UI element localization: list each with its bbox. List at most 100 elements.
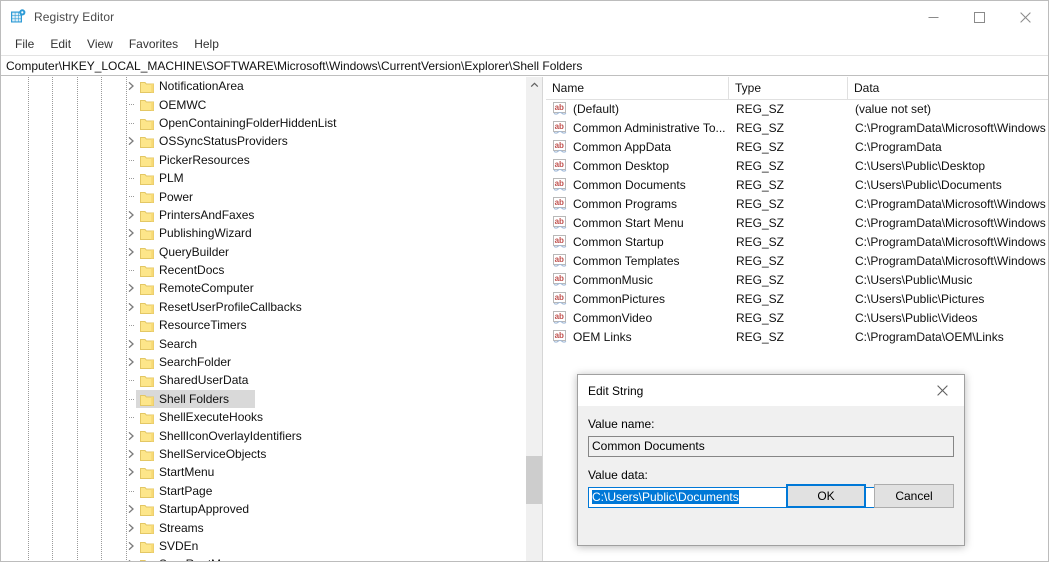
tree-item-search[interactable]: Search xyxy=(1,334,511,352)
column-header-data[interactable]: Data xyxy=(848,77,1048,100)
tree-item-shelliconoverlayidentifiers[interactable]: ShellIconOverlayIdentifiers xyxy=(1,426,511,444)
tree-item-printersandfaxes[interactable]: PrintersAndFaxes xyxy=(1,206,511,224)
tree-expander[interactable] xyxy=(125,353,137,371)
tree-item-startupapproved[interactable]: StartupApproved xyxy=(1,500,511,518)
folder-icon xyxy=(140,449,154,461)
menu-item-edit[interactable]: Edit xyxy=(42,35,79,54)
tree-item-publishingwizard[interactable]: PublishingWizard xyxy=(1,224,511,242)
value-type-cell: REG_SZ xyxy=(736,121,785,135)
tree-item-plm[interactable]: PLM xyxy=(1,169,511,187)
tree-item-startmenu[interactable]: StartMenu xyxy=(1,463,511,481)
folder-icon xyxy=(140,135,154,149)
dialog-close-button[interactable] xyxy=(920,375,964,405)
address-bar[interactable]: Computer\HKEY_LOCAL_MACHINE\SOFTWARE\Mic… xyxy=(1,55,1048,76)
table-row[interactable]: ab CommonVideo REG_SZ C:\Users\Public\Video… xyxy=(546,309,1048,328)
cancel-button[interactable]: Cancel xyxy=(874,484,954,508)
tree-item-shell-folders[interactable]: Shell Folders xyxy=(1,389,511,409)
folder-icon xyxy=(140,301,154,314)
tree-item-notificationarea[interactable]: NotificationArea xyxy=(1,77,511,95)
tree-item-opencontainingfolderhiddenlist[interactable]: OpenContainingFolderHiddenList xyxy=(1,114,511,132)
folder-icon xyxy=(140,82,154,93)
menu-item-help[interactable]: Help xyxy=(186,35,227,54)
table-row[interactable]: ab Common Desktop REG_SZ C:\Users\Public\De… xyxy=(546,157,1048,176)
tree-expander[interactable] xyxy=(125,206,137,224)
tree-item-remotecomputer[interactable]: RemoteComputer xyxy=(1,279,511,297)
tree-item-streams[interactable]: Streams xyxy=(1,518,511,536)
tree-item-syncrootmanager[interactable]: SyncRootManager xyxy=(1,555,511,561)
tree-scrollbar[interactable] xyxy=(525,77,543,561)
tree-item-label: RecentDocs xyxy=(159,263,225,278)
tree-item-shellexecutehooks[interactable]: ShellExecuteHooks xyxy=(1,408,511,426)
tree-expander[interactable] xyxy=(125,500,137,518)
table-row[interactable]: ab Common Programs REG_SZ C:\ProgramData\Mi… xyxy=(546,195,1048,214)
tree-expander[interactable] xyxy=(125,519,137,537)
folder-icon xyxy=(140,486,154,498)
menu-item-favorites[interactable]: Favorites xyxy=(121,35,186,54)
tree-item-shellserviceobjects[interactable]: ShellServiceObjects xyxy=(1,445,511,463)
tree-expander[interactable] xyxy=(125,298,137,316)
value-type-cell: REG_SZ xyxy=(736,197,785,211)
tree-item-ossyncstatusproviders[interactable]: OSSyncStatusProviders xyxy=(1,132,511,150)
folder-icon xyxy=(140,118,154,130)
tree-expander[interactable] xyxy=(125,77,137,95)
tree-expander[interactable] xyxy=(125,445,137,463)
tree-item-resetuserprofilecallbacks[interactable]: ResetUserProfileCallbacks xyxy=(1,298,511,316)
tree-expander[interactable] xyxy=(125,537,137,555)
column-header-type[interactable]: Type xyxy=(729,77,848,100)
table-row[interactable]: ab CommonMusic REG_SZ C:\Users\Public\Music xyxy=(546,271,1048,290)
tree-expander[interactable] xyxy=(125,224,137,242)
folder-icon xyxy=(140,155,154,167)
table-row[interactable]: ab OEM Links REG_SZ C:\ProgramData\OEM\Link… xyxy=(546,328,1048,347)
scroll-up-button[interactable] xyxy=(526,77,543,94)
tree-item-querybuilder[interactable]: QueryBuilder xyxy=(1,243,511,261)
table-row[interactable]: ab CommonPictures REG_SZ C:\Users\Public\Pi… xyxy=(546,290,1048,309)
scrollbar-thumb[interactable] xyxy=(526,456,543,504)
folder-icon xyxy=(140,523,154,535)
tree-item-resourcetimers[interactable]: ResourceTimers xyxy=(1,316,511,334)
ok-button[interactable]: OK xyxy=(786,484,866,508)
table-row[interactable]: ab Common Templates REG_SZ C:\ProgramData\M… xyxy=(546,252,1048,271)
tree-expander[interactable] xyxy=(125,427,137,445)
tree-item-pickerresources[interactable]: PickerResources xyxy=(1,151,511,169)
value-type-cell: REG_SZ xyxy=(736,235,785,249)
value-name-cell: Common Templates xyxy=(573,254,680,268)
minimize-button[interactable] xyxy=(910,1,956,33)
menu-item-file[interactable]: File xyxy=(7,35,42,54)
menu-item-view[interactable]: View xyxy=(79,35,121,54)
table-row[interactable]: ab Common Documents REG_SZ C:\Users\Public\… xyxy=(546,176,1048,195)
tree-item-shareduserdata[interactable]: SharedUserData xyxy=(1,371,511,389)
dialog-title-bar: Edit String xyxy=(578,375,964,406)
maximize-button[interactable] xyxy=(956,1,1002,33)
registry-tree-pane[interactable]: NotificationArea OEMWC OpenContainingFolde… xyxy=(1,77,525,561)
tree-expander[interactable] xyxy=(125,243,137,261)
table-row[interactable]: ab Common Administrative To... REG_SZ C:\Pr… xyxy=(546,119,1048,138)
svg-text:ab: ab xyxy=(555,141,564,150)
table-row[interactable]: ab (Default) REG_SZ (value not set) xyxy=(546,100,1048,119)
chevron-right-icon xyxy=(128,449,134,459)
tree-item-power[interactable]: Power xyxy=(1,187,511,205)
tree-item-svden[interactable]: SVDEn xyxy=(1,537,511,555)
table-row[interactable]: ab Common Start Menu REG_SZ C:\ProgramData\… xyxy=(546,214,1048,233)
folder-icon xyxy=(140,339,154,351)
tree-expander[interactable] xyxy=(125,279,137,297)
close-button[interactable] xyxy=(1002,1,1048,33)
value-name-input[interactable]: Common Documents xyxy=(588,436,954,457)
tree-item-searchfolder[interactable]: SearchFolder xyxy=(1,353,511,371)
string-value-icon: ab xyxy=(553,121,568,135)
column-header-name[interactable]: Name xyxy=(546,77,729,100)
tree-expander[interactable] xyxy=(125,132,137,150)
value-name-cell: Common Startup xyxy=(573,235,664,249)
svg-text:ab: ab xyxy=(555,160,564,169)
table-row[interactable]: ab Common AppData REG_SZ C:\ProgramData xyxy=(546,138,1048,157)
folder-icon xyxy=(140,448,154,461)
value-name-cell: (Default) xyxy=(573,102,620,116)
tree-item-label: SearchFolder xyxy=(159,355,232,370)
tree-expander[interactable] xyxy=(125,555,137,561)
tree-item-recentdocs[interactable]: RecentDocs xyxy=(1,261,511,279)
tree-item-oemwc[interactable]: OEMWC xyxy=(1,95,511,113)
tree-expander[interactable] xyxy=(125,463,137,481)
table-row[interactable]: ab Common Startup REG_SZ C:\ProgramData\Mic… xyxy=(546,233,1048,252)
tree-item-startpage[interactable]: StartPage xyxy=(1,482,511,500)
tree-expander[interactable] xyxy=(125,335,137,353)
value-name-cell: OEM Links xyxy=(573,330,632,344)
